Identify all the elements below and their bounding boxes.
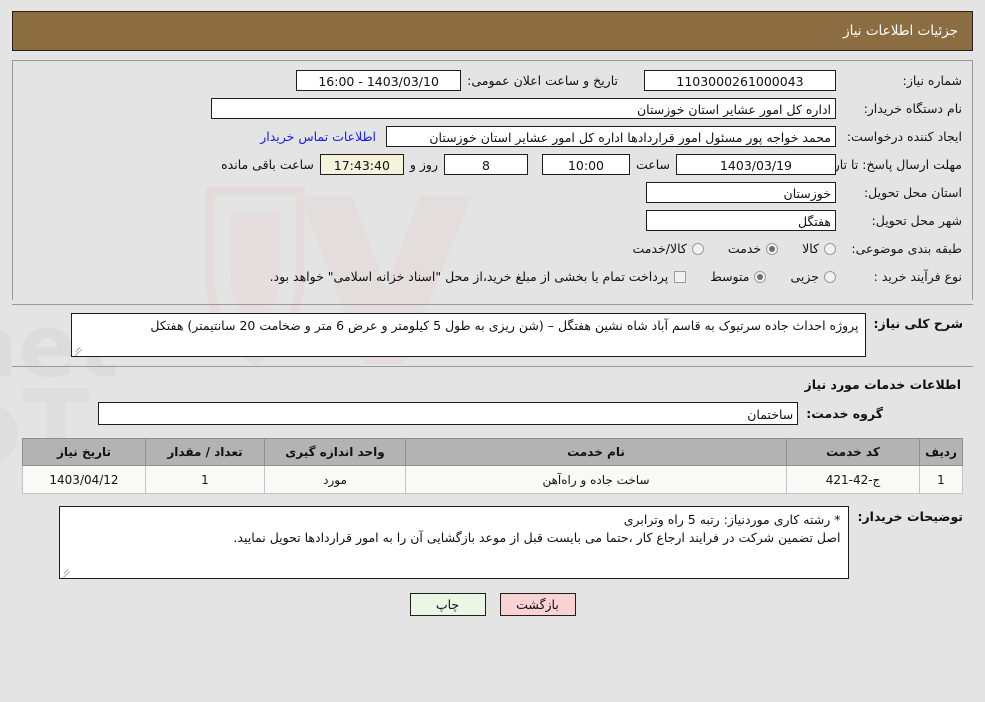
buyer-notes-label: توضیحات خریدار: [857, 509, 963, 524]
row-requester: ایجاد کننده درخواست: محمد خواجه پور مسئو… [23, 124, 962, 149]
col-row-no[interactable]: ردیف [919, 438, 963, 466]
radio-icon[interactable] [754, 270, 767, 283]
category-option-label: کالا/خدمت [632, 241, 687, 256]
deadline-date-value[interactable]: 1403/03/19 [676, 154, 836, 175]
col-unit[interactable]: واحد اندازه گیری [264, 438, 406, 466]
purchase-type-option-label: متوسط [710, 269, 750, 284]
cell-unit: مورد [264, 465, 406, 494]
services-table: ردیف کد خدمت نام خدمت واحد اندازه گیری ت… [22, 438, 963, 494]
buyer-notes-textarea[interactable]: * رشته کاری موردنیاز: رتبه 5 راه وترابری… [59, 506, 850, 579]
radio-icon[interactable] [824, 270, 836, 283]
description-textarea[interactable]: پروژه احداث جاده سرتیوک به قاسم آباد شاه… [70, 313, 866, 357]
category-option-kala[interactable]: کالا [802, 241, 836, 256]
buyer-notes-line-2: اصل تضمین شرکت در فرایند ارجاع کار ،حتما… [233, 530, 841, 545]
resize-grip-icon[interactable] [74, 345, 84, 355]
print-button[interactable]: چاپ [409, 593, 486, 616]
buyer-org-value[interactable]: اداره کل امور عشایر استان خوزستان [211, 98, 836, 119]
deadline-label: مهلت ارسال پاسخ: تا تاریخ: [817, 157, 962, 172]
city-value[interactable]: هفتگل [646, 210, 836, 231]
cell-need-date: 1403/04/12 [22, 465, 146, 494]
category-label: طبقه بندی موضوعی: [851, 241, 962, 256]
cell-service-code: ج-42-421 [786, 465, 920, 494]
description-band: شرح کلی نیاز: پروژه احداث جاده سرتیوک به… [12, 304, 973, 367]
city-label: شهر محل تحویل: [871, 213, 962, 228]
remaining-countdown-clock: 17:43:40 [319, 154, 404, 175]
row-category: طبقه بندی موضوعی: کالا خدمت کالا/خدمت [23, 236, 962, 261]
radio-icon[interactable] [824, 242, 836, 255]
purchase-type-label: نوع فرآیند خرید : [873, 269, 962, 284]
buyer-contact-link[interactable]: اطلاعات تماس خریدار [250, 129, 386, 144]
buyer-org-label: نام دستگاه خریدار: [863, 101, 962, 116]
treasury-docs-label: پرداخت تمام یا بخشی از مبلغ خرید،از محل … [269, 269, 669, 284]
services-section-title: اطلاعات خدمات مورد نیاز [804, 377, 962, 392]
need-info-panel: شماره نیاز: 1103000261000043 تاریخ و ساع… [12, 60, 973, 300]
services-section: اطلاعات خدمات مورد نیاز گروه خدمت: ساختم… [12, 377, 973, 494]
row-need-number: شماره نیاز: 1103000261000043 تاریخ و ساع… [23, 68, 962, 93]
category-option-khedmat[interactable]: خدمت [727, 241, 779, 256]
purchase-type-option-jozii[interactable]: جزیی [790, 269, 836, 284]
province-label: استان محل تحویل: [863, 185, 962, 200]
cell-quantity: 1 [145, 465, 265, 494]
row-province: استان محل تحویل: خوزستان [23, 180, 962, 205]
col-need-date[interactable]: تاریخ نیاز [22, 438, 146, 466]
page-header-bar: جزئیات اطلاعات نیاز [12, 11, 973, 51]
radio-icon[interactable] [691, 242, 704, 255]
cell-service-name: ساخت جاده و راه‌آهن [405, 465, 787, 494]
back-button[interactable]: بازگشت [499, 593, 576, 616]
category-option-label: خدمت [727, 241, 762, 256]
purchase-type-option-motevaset[interactable]: متوسط [710, 269, 767, 284]
resize-grip-icon[interactable] [62, 567, 72, 577]
need-number-label: شماره نیاز: [902, 73, 962, 88]
requester-label: ایجاد کننده درخواست: [846, 129, 962, 144]
buyer-notes-line-1: * رشته کاری موردنیاز: رتبه 5 راه وترابری [623, 512, 841, 527]
purchase-type-option-label: جزیی [790, 269, 819, 284]
requester-value[interactable]: محمد خواجه پور مسئول امور قراردادها ادار… [386, 126, 836, 147]
footer-actions: بازگشت چاپ [12, 593, 973, 616]
row-service-group: گروه خدمت: ساختمان [22, 401, 963, 426]
row-deadline: مهلت ارسال پاسخ: تا تاریخ: 1403/03/19 سا… [23, 152, 962, 177]
treasury-docs-checkbox-item[interactable]: پرداخت تمام یا بخشی از مبلغ خرید،از محل … [270, 269, 687, 284]
buyer-notes-section: توضیحات خریدار: * رشته کاری موردنیاز: رت… [12, 506, 973, 579]
remaining-suffix-label: ساعت باقی مانده [221, 157, 314, 172]
description-label: شرح کلی نیاز: [873, 316, 963, 331]
cell-row-no: 1 [919, 465, 963, 494]
service-group-value[interactable]: ساختمان [98, 402, 799, 425]
public-announce-label: تاریخ و ساعت اعلان عمومی: [467, 73, 618, 88]
purchase-type-radio-group: جزیی متوسط پرداخت تمام یا بخشی از مبلغ خ… [248, 269, 836, 284]
checkbox-icon[interactable] [674, 270, 687, 283]
table-row[interactable]: 1 ج-42-421 ساخت جاده و راه‌آهن مورد 1 14… [22, 465, 963, 494]
service-group-label: گروه خدمت: [806, 406, 883, 421]
page-title: جزئیات اطلاعات نیاز [843, 23, 958, 39]
row-city: شهر محل تحویل: هفتگل [23, 208, 962, 233]
deadline-time-label: ساعت [635, 157, 670, 172]
description-row: شرح کلی نیاز: پروژه احداث جاده سرتیوک به… [22, 313, 963, 357]
category-option-label: کالا [802, 241, 819, 256]
row-purchase-type: نوع فرآیند خرید : جزیی متوسط پرداخت تمام… [23, 264, 962, 289]
description-value: پروژه احداث جاده سرتیوک به قاسم آباد شاه… [150, 318, 859, 333]
col-quantity[interactable]: تعداد / مقدار [145, 438, 265, 466]
page-root: جزئیات اطلاعات نیاز AriaTender.net ndrrn… [0, 11, 985, 702]
need-number-value[interactable]: 1103000261000043 [644, 70, 836, 91]
col-service-name[interactable]: نام خدمت [405, 438, 787, 466]
public-announce-value[interactable]: 1403/03/10 - 16:00 [296, 70, 462, 91]
remaining-days-value: 8 [443, 154, 528, 175]
radio-icon[interactable] [766, 242, 779, 255]
province-value[interactable]: خوزستان [646, 182, 836, 203]
deadline-time-value[interactable]: 10:00 [541, 154, 630, 175]
category-option-kala-khedmat[interactable]: کالا/خدمت [632, 241, 704, 256]
remaining-days-label: روز و [409, 157, 438, 172]
row-buyer-org: نام دستگاه خریدار: اداره کل امور عشایر ا… [23, 96, 962, 121]
table-header-row: ردیف کد خدمت نام خدمت واحد اندازه گیری ت… [22, 438, 963, 466]
category-radio-group: کالا خدمت کالا/خدمت [610, 241, 836, 256]
col-service-code[interactable]: کد خدمت [786, 438, 920, 466]
